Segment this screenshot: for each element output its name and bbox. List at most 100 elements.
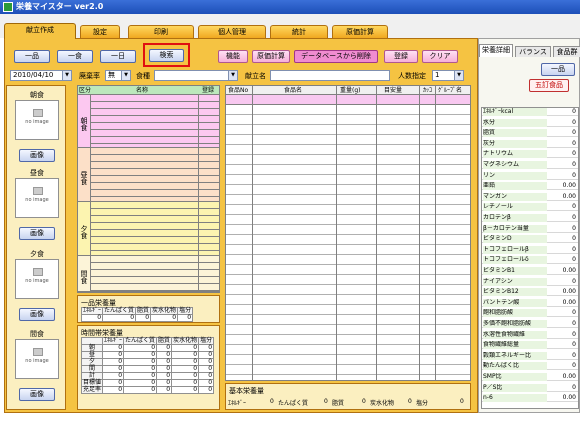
nutrient-name: 水溶性食物繊維 [483,330,547,339]
col-name: 名称 [136,87,149,94]
tab-food-groups[interactable]: 食品群 [553,46,580,57]
col-food-no: 食品No [228,87,249,94]
tab-print[interactable]: 印刷 [128,25,194,38]
nutrient-value: 0 [572,235,576,243]
date-select[interactable]: 2010/04/10 ▼ [10,70,72,81]
nutrient-name: レチノール [483,203,547,212]
snack-rows[interactable] [91,256,219,291]
nutrient-row: 飽和脂肪酸 0 [482,309,578,318]
nutrient-value: 0.00 [562,298,576,306]
col-kakko: ｶｯｺ [423,87,433,94]
nutrient-value: 0 [572,320,576,327]
chevron-down-icon[interactable]: ▼ [454,71,463,80]
breakfast-image-button[interactable]: 画像 [19,149,55,162]
nutrient-row: トコフェロールδ 0 [482,256,578,265]
tab-cost[interactable]: 原価計算 [332,25,388,38]
chevron-down-icon[interactable]: ▼ [228,71,237,80]
nutrient-name: β－カロテン当量 [483,224,547,233]
dinner-rows[interactable] [91,202,219,255]
nutrient-name: P／S比 [483,383,547,392]
base-carb-value: 0 [408,398,412,405]
divider [435,86,436,380]
tab-nutrition-detail[interactable]: 栄養詳細 [479,44,513,57]
clear-button[interactable]: クリア [422,50,458,63]
food-grid[interactable]: 食品No 食品名 重量(g) 目安量 ｶｯｺ ｸﾞﾙｰﾌﾟ名 [225,85,471,381]
time-nutrition-panel: 時間帯栄養量 ｴﾈﾙｷﾞｰ たんぱく質 脂質 炭水化物 塩分 朝00000 昼0… [77,325,220,410]
nutrient-row: ナイアシン 0 [482,277,578,286]
col-food-name: 食品名 [284,87,303,94]
nutrient-row: ビタミンB12 0.00 [482,288,578,297]
nutrient-value: 0.00 [562,394,576,402]
people-label: 人数指定 [398,72,426,80]
image-placeholder-icon [33,187,43,195]
image-placeholder-icon [33,348,43,356]
menu-grid[interactable]: 区分 名称 登録 朝食 昼食 夕食 間食 [77,85,220,293]
nutrient-value: 0 [572,161,576,168]
base-energy-label: ｴﾈﾙｷﾞｰ [228,400,247,407]
five-foods-button[interactable]: 五訂食品 [529,79,569,92]
image-placeholder-icon [33,109,43,117]
nutrient-value: 0 [572,139,576,147]
nutrient-value: 0 [572,245,576,253]
food-type-select[interactable]: ▼ [154,70,238,81]
people-select[interactable]: 1 ▼ [432,70,464,81]
search-button[interactable]: 検索 [149,49,184,62]
one-dish-button[interactable]: 一品 [14,50,50,63]
tab-balance[interactable]: バランス [515,46,551,57]
image-placeholder-icon [33,268,43,276]
nutrient-name: 水分 [483,118,547,127]
divider [198,202,199,255]
nutrient-name: トコフェロールδ [483,256,547,265]
lunch-section[interactable]: 昼食 [78,148,219,202]
food-grid-rows[interactable] [226,105,470,380]
meal-image-column: 朝食 no image 画像 昼食 no image 画像 夕食 no imag… [6,85,66,410]
col-register: 登録 [202,87,215,94]
cost-calc-button[interactable]: 原価計算 [252,50,290,63]
lunch-rows[interactable] [91,148,219,201]
snack-section[interactable]: 間食 [78,256,219,292]
nutrient-name: リン [483,171,547,180]
chevron-down-icon[interactable]: ▼ [121,71,130,80]
snack-image: no image [15,339,59,379]
window-title: 栄養マイスター ver2.0 [16,2,104,11]
dinner-image-button[interactable]: 画像 [19,308,55,321]
breakfast-label: 朝食 [30,91,44,99]
tab-statistics[interactable]: 統計 [270,25,328,38]
nutrient-name: 灰分 [483,139,547,148]
tab-settings[interactable]: 設定 [80,25,120,38]
tab-menu-creation[interactable]: 献立作成 [4,23,76,39]
snack-image-button[interactable]: 画像 [19,388,55,401]
snack-label: 間食 [30,330,44,338]
nutrition-one-dish-button[interactable]: 一品 [541,63,575,76]
lunch-image-button[interactable]: 画像 [19,227,55,240]
one-day-button[interactable]: 一日 [100,50,136,63]
no-image-text: no image [25,197,49,203]
nutrient-value: 0 [572,330,576,338]
divider [419,86,420,380]
breakfast-section[interactable]: 朝食 [78,95,219,148]
function-button[interactable]: 機能 [218,50,248,63]
one-meal-button[interactable]: 一食 [57,50,93,63]
tab-personal[interactable]: 個人管理 [198,25,266,38]
nutrient-row: ｴﾈﾙｷﾞｰkcal 0 [482,108,578,116]
register-button[interactable]: 登録 [384,50,418,63]
disposal-value: 無 [108,71,115,79]
base-fat-value: 0 [362,398,366,405]
base-protein-value: 0 [324,398,328,405]
disposal-select[interactable]: 無 ▼ [105,70,131,81]
breakfast-rows[interactable] [91,95,219,147]
delete-from-db-button[interactable]: データベースから削除 [294,50,378,63]
col-weight: 重量(g) [340,87,361,94]
nutrient-row: 食物繊維総量 0 [482,341,578,350]
dinner-section[interactable]: 夕食 [78,202,219,256]
nutrient-list[interactable]: ｴﾈﾙｷﾞｰkcal 0 水分 0 脂質 0 灰分 0 ナトリウム 0 マグネシウム 0 リン 0 亜鉛 0.… [481,107,579,409]
menu-name-input[interactable] [270,70,390,81]
chevron-down-icon[interactable]: ▼ [62,71,71,80]
main-tab-strip: 献立作成 設定 印刷 個人管理 統計 原価計算 [0,14,580,39]
divider [198,95,199,147]
app-icon [3,2,13,12]
disposal-label: 廃棄率 [79,72,100,80]
base-salt-label: 塩分 [416,400,429,407]
date-value: 2010/04/10 [13,71,54,79]
food-grid-selected-row[interactable] [226,95,470,105]
